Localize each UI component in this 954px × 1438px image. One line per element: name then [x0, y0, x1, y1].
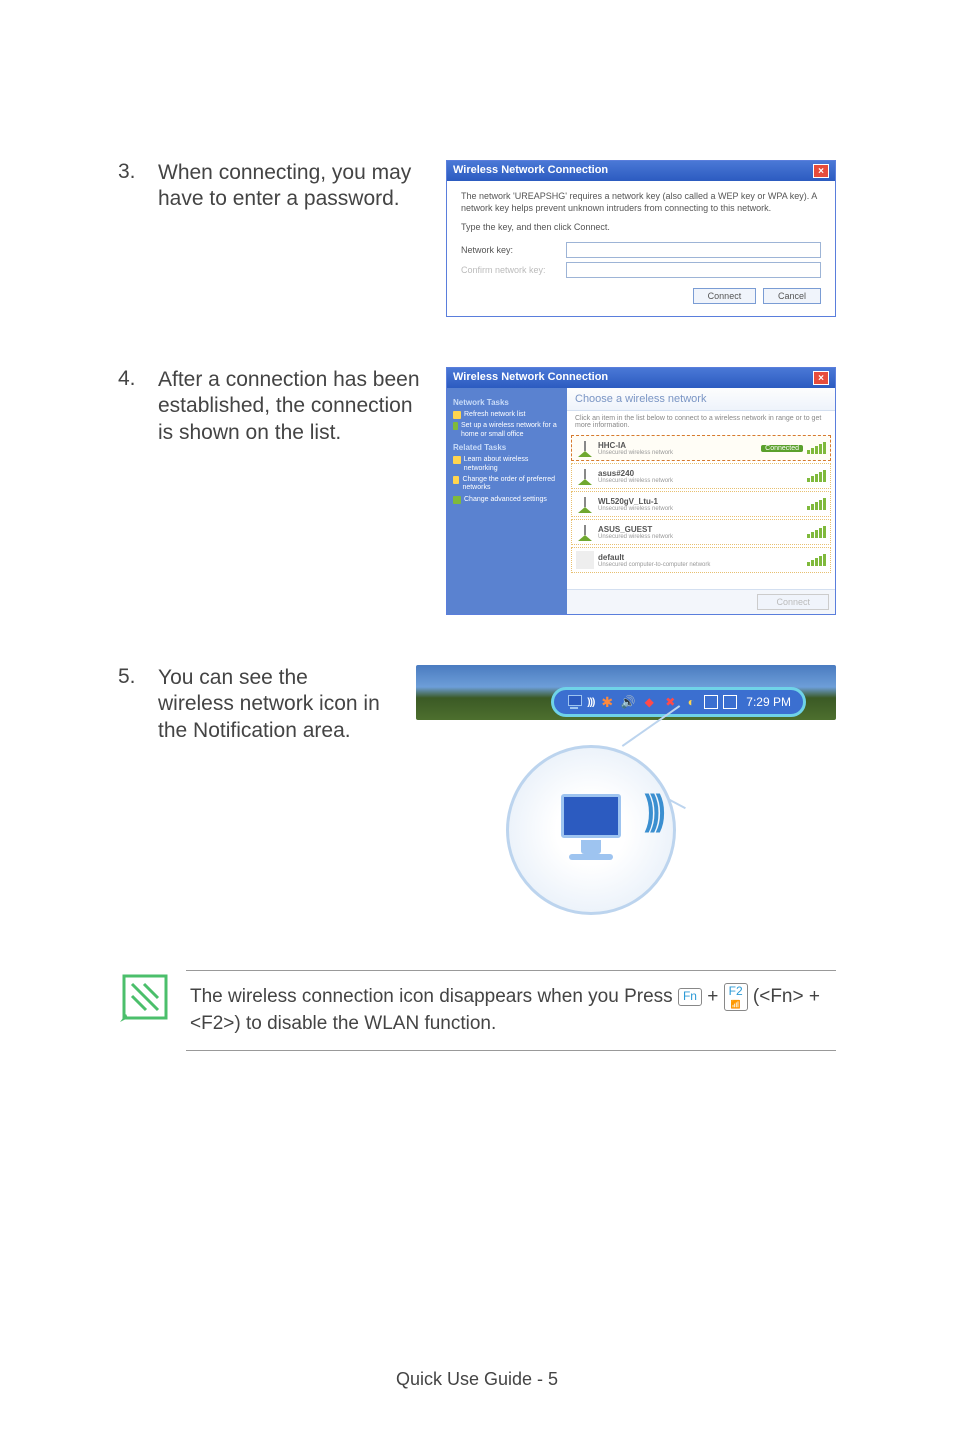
dialog-desc: The network 'UREAPSHG' requires a networ… [461, 191, 821, 214]
close-icon[interactable]: × [813, 164, 829, 178]
sidebar-header: Related Tasks [453, 443, 561, 452]
note-text: The wireless connection icon disappears … [186, 970, 836, 1051]
network-key-row: Network key: [461, 242, 821, 258]
refresh-link[interactable]: Refresh network list [453, 411, 561, 419]
signal-bars-icon [807, 442, 826, 454]
network-key-label: Network key: [461, 245, 566, 255]
setup-link[interactable]: Set up a wireless network for a home or … [453, 422, 561, 439]
cancel-button[interactable]: Cancel [763, 288, 821, 304]
network-key-input[interactable] [566, 242, 821, 258]
network-item[interactable]: HHC-IAUnsecured wireless network Connect… [571, 435, 831, 461]
info-icon [453, 456, 461, 464]
confirm-key-row: Confirm network key: [461, 262, 821, 278]
main-subtext: Click an item in the list below to conne… [567, 411, 835, 433]
step-4: 4. After a connection has been establish… [118, 367, 836, 615]
dialog-titlebar: Wireless Network Connection × [447, 161, 835, 181]
adhoc-icon [576, 551, 594, 569]
step-3: 3. When connecting, you may have to ente… [118, 160, 836, 317]
dialog-instruction: Type the key, and then click Connect. [461, 222, 821, 234]
network-list-dialog: Wireless Network Connection × Network Ta… [446, 367, 836, 615]
advanced-link[interactable]: Change advanced settings [453, 496, 561, 504]
signal-bars-icon [807, 554, 826, 566]
order-link[interactable]: Change the order of preferred networks [453, 476, 561, 493]
fn-key: Fn [678, 988, 702, 1006]
step-figure: ))) ✱ 🔊 ◆ ✖ ◐ 7:29 PM ))) [390, 665, 836, 920]
note-box: The wireless connection icon disappears … [118, 970, 836, 1051]
star-icon [453, 476, 459, 484]
volume-icon[interactable]: 🔊 [620, 694, 636, 710]
signal-waves-icon: ))) [587, 697, 594, 708]
network-item[interactable]: ASUS_GUESTUnsecured wireless network [571, 519, 831, 545]
network-item[interactable]: asus#240Unsecured wireless network [571, 463, 831, 489]
tray-icon[interactable] [704, 695, 718, 709]
dialog-titlebar: Wireless Network Connection × [447, 368, 835, 388]
page-footer: Quick Use Guide - 5 [0, 1369, 954, 1390]
gear-icon [453, 496, 461, 504]
signal-bars-icon [807, 498, 826, 510]
step-text: When connecting, you may have to enter a… [158, 160, 430, 317]
tray-icon[interactable] [723, 695, 737, 709]
note-icon [118, 970, 172, 1024]
step-number: 5. [118, 665, 158, 920]
network-item[interactable]: defaultUnsecured computer-to-computer ne… [571, 547, 831, 573]
signal-bars-icon [807, 470, 826, 482]
dialog-buttons: Connect Cancel [461, 288, 821, 304]
step-number: 3. [118, 160, 158, 317]
network-list: HHC-IAUnsecured wireless network Connect… [567, 433, 835, 589]
learn-link[interactable]: Learn about wireless networking [453, 456, 561, 473]
tray-icon[interactable]: ✱ [599, 694, 615, 710]
step-figure: Wireless Network Connection × Network Ta… [430, 367, 836, 615]
sidebar-header: Network Tasks [453, 398, 561, 407]
confirm-key-input[interactable] [566, 262, 821, 278]
dialog-sidebar: Network Tasks Refresh network list Set u… [447, 388, 567, 614]
main-header: Choose a wireless network [567, 388, 835, 411]
dialog-main: Choose a wireless network Click an item … [567, 388, 835, 614]
step-text: You can see the wireless network icon in… [158, 665, 390, 920]
clock: 7:29 PM [746, 695, 791, 709]
refresh-icon [453, 411, 461, 419]
network-item[interactable]: WL520gV_Ltu-1Unsecured wireless network [571, 491, 831, 517]
status-badge: Connected [761, 445, 803, 452]
connect-button[interactable]: Connect [693, 288, 757, 304]
wireless-icon-large: ))) [555, 794, 627, 866]
step-text: After a connection has been established,… [158, 367, 430, 615]
wireless-tray-icon[interactable] [566, 694, 582, 710]
connect-button[interactable]: Connect [757, 594, 829, 610]
step-number: 4. [118, 367, 158, 615]
signal-waves-icon: ))) [645, 786, 662, 834]
step-5: 5. You can see the wireless network icon… [118, 665, 836, 920]
setup-icon [453, 422, 458, 430]
f2-key: F2📶 [724, 983, 748, 1011]
dialog-title: Wireless Network Connection [453, 164, 608, 178]
dialog-title: Wireless Network Connection [453, 371, 608, 385]
system-tray: ))) ✱ 🔊 ◆ ✖ ◐ 7:29 PM [551, 687, 806, 717]
antenna-icon [576, 439, 594, 457]
password-dialog: Wireless Network Connection × The networ… [446, 160, 836, 317]
tray-icon[interactable]: ◐ [683, 694, 699, 710]
close-icon[interactable]: × [813, 371, 829, 385]
dialog-body: The network 'UREAPSHG' requires a networ… [447, 181, 835, 316]
antenna-icon [576, 495, 594, 513]
zoom-callout: ))) [506, 745, 676, 915]
signal-bars-icon [807, 526, 826, 538]
antenna-icon [576, 467, 594, 485]
confirm-key-label: Confirm network key: [461, 265, 566, 275]
dialog-footer: Connect [567, 589, 835, 614]
tray-icon[interactable]: ◆ [641, 694, 657, 710]
antenna-icon [576, 523, 594, 541]
step-figure: Wireless Network Connection × The networ… [430, 160, 836, 317]
